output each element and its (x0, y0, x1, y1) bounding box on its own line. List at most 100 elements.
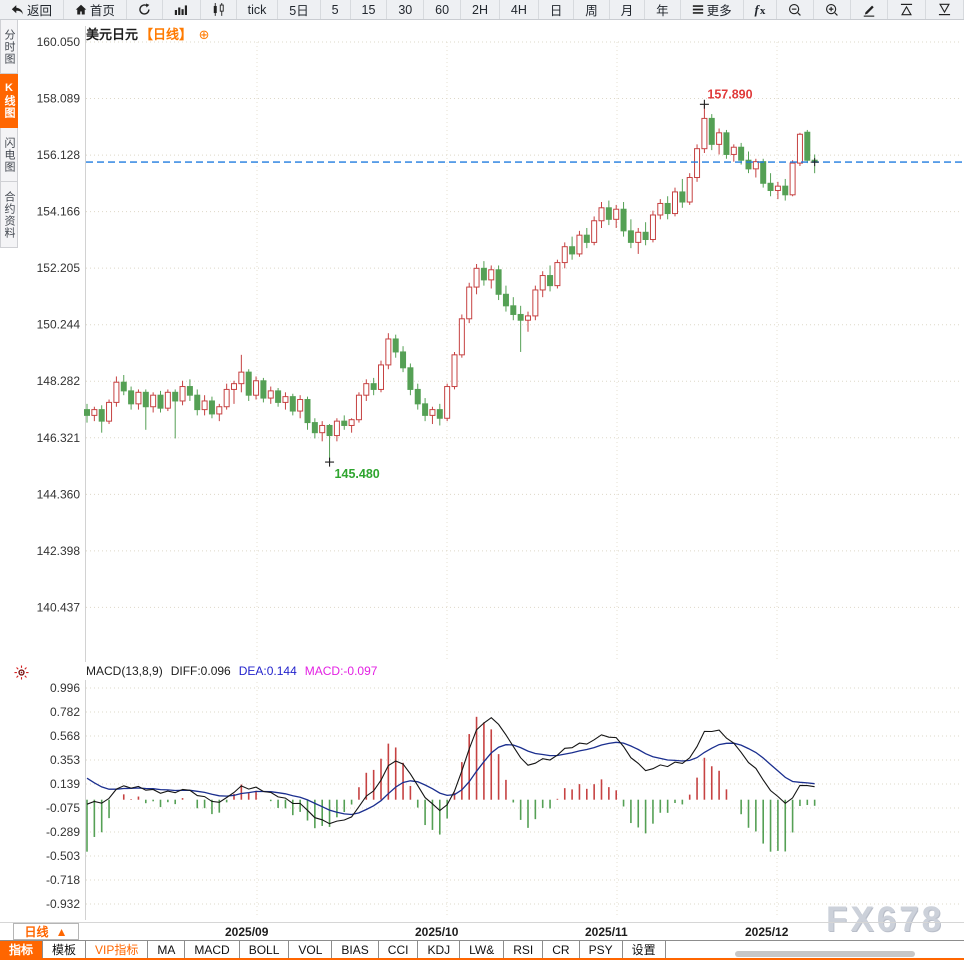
price-axis-tick: 158.089 (37, 92, 81, 106)
dea-line (87, 742, 815, 814)
macd-axis-tick: 0.139 (50, 777, 80, 791)
home-button[interactable]: 首页 (64, 0, 127, 19)
price-axis-tick: 154.166 (37, 205, 81, 219)
add-compare-icon[interactable]: ⊕ (199, 27, 210, 42)
period-month-button[interactable]: 月 (610, 0, 645, 19)
last-price-cross (811, 158, 819, 166)
fx-icon: fx (755, 2, 766, 18)
tab-rsi[interactable]: RSI (504, 941, 543, 958)
macd-axis-tick: 0.353 (50, 753, 80, 767)
tick-button-label: tick (248, 3, 267, 17)
macd-axis-tick: -0.503 (46, 849, 80, 863)
xaxis-row: 日线▲ 2025/092025/102025/112025/12 (0, 922, 964, 941)
tab-indicator[interactable]: 指标 (0, 941, 43, 958)
macd-hist-value: MACD:-0.097 (305, 664, 378, 678)
period-4h-button[interactable]: 4H (500, 0, 539, 19)
price-axis-tick: 160.050 (37, 35, 81, 49)
macd-axis-tick: 0.996 (50, 681, 80, 695)
low-marker-cross (325, 458, 334, 467)
tab-settings[interactable]: 设置 (623, 941, 666, 958)
tab-bias[interactable]: BIAS (332, 941, 378, 958)
xaxis-label: 2025/11 (585, 925, 628, 939)
period-week-button-label: 周 (585, 0, 598, 19)
tab-lightning-chart[interactable]: 闪电图 (0, 128, 18, 182)
period-2h-button[interactable]: 2H (461, 0, 500, 19)
price-axis-tick: 142.398 (37, 544, 81, 558)
tab-vol[interactable]: VOL (289, 941, 332, 958)
period-30-button[interactable]: 30 (387, 0, 424, 19)
tab-contract-info[interactable]: 合约资料 (0, 182, 18, 248)
macd-axis-tick: -0.718 (46, 873, 80, 887)
tab-psy[interactable]: PSY (580, 941, 623, 958)
price-axis-tick: 144.360 (37, 487, 81, 501)
price-chart[interactable]: 160.050 158.089 156.128 154.166 152.205 150.2… (0, 20, 964, 670)
period-selector-arrow: ▲ (56, 925, 68, 939)
macd-params: MACD(13,8,9) (86, 664, 163, 678)
price-axis-tick: 150.244 (37, 318, 81, 332)
macd-axis-tick: -0.289 (46, 825, 80, 839)
tab-lw[interactable]: LW& (460, 941, 504, 958)
tick-button[interactable]: tick (237, 0, 279, 19)
refresh-icon (138, 3, 151, 16)
marker-down-button[interactable] (926, 0, 964, 19)
tab-kdj[interactable]: KDJ (418, 941, 460, 958)
price-axis-tick: 140.437 (37, 600, 81, 614)
low-annotation: 145.480 (335, 467, 380, 481)
tab-cci[interactable]: CCI (379, 941, 419, 958)
horizontal-scrollbar[interactable] (735, 951, 915, 957)
tab-cr[interactable]: CR (543, 941, 579, 958)
zoom-in-button[interactable] (814, 0, 851, 19)
macd-chart[interactable]: 0.9960.7820.5680.3530.139-0.075-0.289-0.… (0, 678, 964, 924)
area-chart-button[interactable] (163, 0, 201, 19)
macd-dea-value: DEA:0.144 (239, 664, 297, 678)
back-button-label: 返回 (27, 0, 52, 19)
tab-ma[interactable]: MA (148, 941, 185, 958)
crosshair-target-icon[interactable] (14, 665, 29, 685)
period-week-button[interactable]: 周 (574, 0, 609, 19)
period-5d-button[interactable]: 5日 (278, 0, 320, 19)
chart-title: 美元日元【日线】 ⊕ (86, 24, 210, 43)
period-year-button[interactable]: 年 (645, 0, 680, 19)
more-button[interactable]: 更多 (681, 0, 744, 19)
period-tag: 【日线】 (140, 27, 192, 42)
home-icon (75, 4, 87, 16)
symbol-name: 美元日元 (86, 27, 138, 42)
fx-button[interactable]: fx (744, 0, 778, 19)
area-chart-icon (174, 4, 189, 16)
draw-button[interactable] (851, 0, 888, 19)
xaxis-label: 2025/10 (415, 925, 458, 939)
tri-up-icon (899, 3, 914, 16)
period-60-button-label: 60 (435, 3, 449, 17)
period-15-button[interactable]: 15 (351, 0, 388, 19)
price-axis-tick: 148.282 (37, 374, 81, 388)
period-60-button[interactable]: 60 (424, 0, 461, 19)
marker-up-button[interactable] (888, 0, 926, 19)
tab-vip-indicator[interactable]: VIP指标 (86, 941, 148, 958)
macd-axis-tick: 0.782 (50, 705, 80, 719)
tab-template[interactable]: 模板 (43, 941, 86, 958)
zoom-out-button[interactable] (777, 0, 814, 19)
period-2h-button-label: 2H (472, 3, 488, 17)
period-selector[interactable]: 日线 ▲ (13, 923, 79, 940)
macd-axis-tick: -0.075 (46, 801, 80, 815)
tab-kline-chart[interactable]: K线图 (0, 74, 18, 128)
period-5d-button-label: 5日 (289, 0, 308, 19)
toolbar: 返回首页 tick 5日 5 15 30 60 2H 4H 日 周月年 更多 fx (0, 0, 964, 20)
period-day-button-label: 日 (550, 0, 563, 19)
period-selector-label: 日线 (25, 923, 49, 940)
candle-chart-button[interactable] (201, 0, 237, 19)
high-annotation: 157.890 (707, 87, 752, 101)
refresh-button[interactable] (127, 0, 163, 19)
back-button[interactable]: 返回 (0, 0, 64, 19)
zoom-in-icon (825, 3, 839, 17)
period-15-button-label: 15 (362, 3, 376, 17)
period-day-button[interactable]: 日 (539, 0, 574, 19)
tab-time-chart[interactable]: 分时图 (0, 20, 18, 74)
period-30-button-label: 30 (398, 3, 412, 17)
tab-macd[interactable]: MACD (185, 941, 239, 958)
price-axis-tick: 156.128 (37, 148, 81, 162)
more-button-label: 更多 (707, 0, 732, 19)
price-axis-tick: 152.205 (37, 261, 81, 275)
tab-boll[interactable]: BOLL (240, 941, 290, 958)
period-5-button[interactable]: 5 (321, 0, 351, 19)
